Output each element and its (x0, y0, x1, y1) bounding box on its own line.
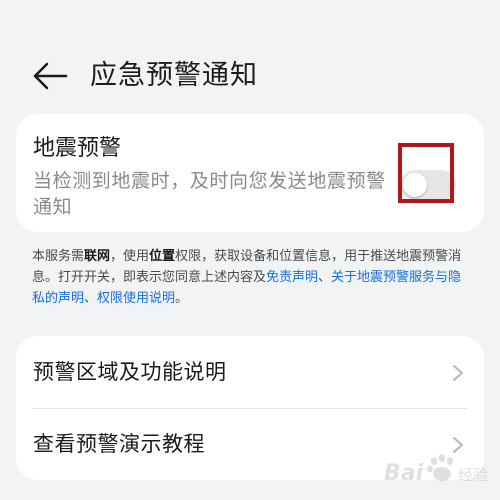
chevron-right-icon (453, 365, 463, 381)
menu-item-label: 查看预警演示教程 (33, 432, 205, 456)
notice-text: 、 (318, 270, 332, 285)
notice-bold-network: 联网 (84, 249, 111, 264)
header-bar: 应急预警通知 (0, 44, 500, 108)
arrow-left-icon[interactable] (30, 58, 70, 94)
notice-text: 。 (175, 291, 189, 306)
menu-item-label: 预警区域及功能说明 (33, 360, 227, 384)
notice-bold-location: 位置 (149, 249, 176, 264)
service-notice: 本服务需联网，使用位置权限，获取设备和位置信息，用于推送地震预警消息。打开开关，… (32, 246, 472, 309)
toggle-knob (403, 173, 427, 197)
disclaimer-link[interactable]: 免责声明 (266, 270, 318, 285)
earthquake-warning-description: 当检测到地震时，及时向您发送地震预警通知 (33, 170, 386, 218)
earthquake-warning-title: 地震预警 (33, 136, 122, 161)
svg-text:Bai: Bai (384, 461, 424, 486)
menu-item-warning-area[interactable]: 预警区域及功能说明 (16, 336, 484, 408)
notice-text: 本服务需 (32, 249, 85, 264)
page-title: 应急预警通知 (90, 60, 258, 91)
earthquake-warning-toggle[interactable] (400, 170, 456, 200)
notice-text: 、 (84, 291, 98, 306)
notice-text: ，使用 (110, 249, 150, 264)
svg-text:经验: 经验 (458, 466, 488, 484)
permission-usage-link[interactable]: 权限使用说明 (97, 291, 175, 306)
baidu-watermark-logo: Bai 经验 (384, 454, 488, 486)
